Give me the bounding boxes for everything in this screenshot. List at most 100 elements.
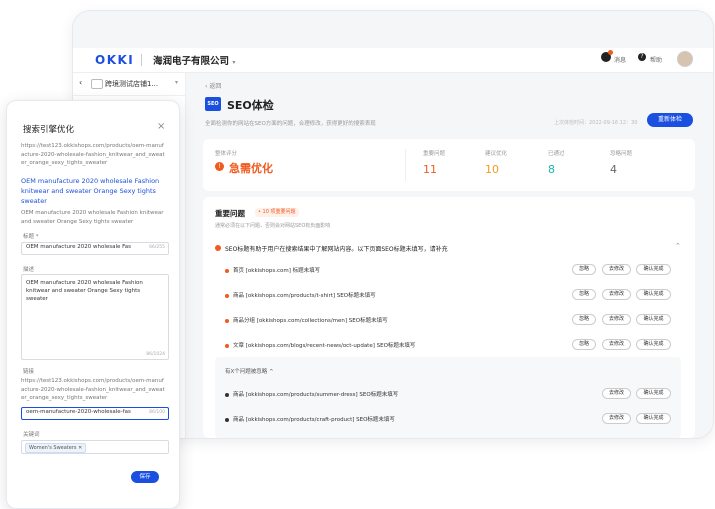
score-status: 急需优化 — [229, 162, 273, 175]
chevron-down-icon: ▾ — [232, 59, 236, 66]
recheck-button[interactable]: 重新体检 — [647, 113, 693, 127]
preview-url: https://test123.okkishops.com/products/o… — [21, 143, 165, 166]
scrollbar[interactable] — [713, 83, 714, 418]
issues-card: 重要问题 • 10 项重要问题 通常必须在以下问题，否则会对网站SEO有负面影响… — [203, 197, 695, 438]
title-label: 标题 * — [23, 234, 39, 240]
confirm-button[interactable]: 确认完成 — [636, 413, 671, 424]
metric-value: 10 — [485, 163, 499, 176]
alert-icon: ! — [215, 162, 224, 171]
issues-title: 重要问题 — [215, 209, 245, 218]
close-icon[interactable]: × — [157, 121, 165, 132]
confirm-button[interactable]: 确认完成 — [636, 289, 671, 300]
issue-row-text: 首页 [okkishops.com] 标题未填写 — [233, 268, 321, 274]
ignore-button[interactable]: 忽略 — [572, 264, 596, 275]
fix-button[interactable]: 去修改 — [602, 289, 631, 300]
avatar[interactable] — [677, 51, 693, 67]
bullet-icon — [225, 294, 229, 298]
fix-button[interactable]: 去修改 — [602, 413, 631, 424]
keywords-label: 关键词 — [23, 432, 40, 438]
keyword-tag-label: Women's Sweaters — [29, 445, 77, 451]
bullet-icon — [225, 319, 229, 323]
ignored-section: 有X个问题被忽略 ^ 商品 [okkishops.com/products/su… — [215, 357, 681, 438]
divider — [141, 54, 142, 66]
close-icon[interactable]: ✕ — [78, 445, 82, 451]
chevron-down-icon[interactable]: ▾ — [175, 79, 178, 86]
last-check-time: 上次体检时间：2022-09-16 12：30 — [554, 120, 638, 126]
keywords-input[interactable]: Women's Sweaters ✕ — [21, 440, 169, 454]
store-name[interactable]: 跨境测试店铺1... — [105, 79, 158, 89]
metric-label: 已通过 — [548, 151, 565, 157]
top-bar: OKKI 海润电子有限公司 ▾ 消息 ? 帮助 — [73, 48, 713, 73]
link-label: 链接 — [23, 369, 35, 375]
metric-value: 11 — [423, 163, 437, 176]
page-subtitle: 全面检测你的网站在SEO方面的问题，合理修改，获得更好的搜索表现 — [205, 121, 376, 127]
score-card: 整体评分 ! 急需优化 重要问题 11 建议优化 10 已通过 8 忽略问题 4 — [203, 139, 695, 191]
back-arrow-icon[interactable]: ‹ — [79, 78, 82, 87]
link-char-count: 86/100 — [149, 410, 165, 415]
title-input[interactable]: OEM manufacture 2020 wholesale Fas 66/25… — [21, 242, 169, 255]
description-label: 描述 — [23, 267, 35, 273]
store-icon — [91, 79, 103, 89]
bullet-icon — [225, 269, 229, 273]
help-label[interactable]: 帮助 — [650, 55, 662, 64]
ignored-row-text: 商品 [okkishops.com/products/summer-dress]… — [233, 392, 399, 398]
fix-button[interactable]: 去修改 — [602, 339, 631, 350]
link-input-value: oem-manufacture-2020-wholesale-fas — [26, 409, 131, 415]
seo-panel: 搜索引擎优化 × https://test123.okkishops.com/p… — [6, 100, 180, 509]
keyword-tag[interactable]: Women's Sweaters ✕ — [25, 443, 87, 453]
confirm-button[interactable]: 确认完成 — [636, 314, 671, 325]
page-title: SEO体检 — [227, 99, 274, 112]
fix-button[interactable]: 去修改 — [602, 264, 631, 275]
issue-row-text: 商品 [okkishops.com/products/t-shirt] SEO标… — [233, 293, 376, 299]
chevron-up-icon[interactable]: ⌃ — [675, 242, 681, 250]
back-link[interactable]: ‹ 返回 — [205, 81, 221, 90]
divider — [405, 149, 406, 181]
description-value: OEM manufacture 2020 wholesale Fashion k… — [26, 280, 143, 302]
link-input[interactable]: oem-manufacture-2020-wholesale-fas 86/10… — [21, 407, 169, 420]
issues-description: 通常必须在以下问题，否则会对网站SEO有负面影响 — [215, 223, 331, 229]
confirm-button[interactable]: 确认完成 — [636, 339, 671, 350]
title-char-count: 66/255 — [149, 245, 165, 250]
ignore-button[interactable]: 忽略 — [572, 314, 596, 325]
title-input-value: OEM manufacture 2020 wholesale Fas — [26, 244, 132, 250]
confirm-button[interactable]: 确认完成 — [636, 264, 671, 275]
back-label: 返回 — [209, 83, 222, 90]
notification-badge — [608, 50, 613, 55]
ignore-button[interactable]: 忽略 — [572, 289, 596, 300]
issue-row-text: 文章 [okkishops.com/blogs/recent-news/oct-… — [233, 343, 416, 349]
score-label: 整体评分 — [215, 151, 238, 157]
metric-value: 8 — [548, 163, 555, 176]
fix-button[interactable]: 去修改 — [602, 314, 631, 325]
description-char-count: 86/1024 — [146, 352, 165, 357]
seo-badge-icon: SEO — [205, 97, 221, 111]
link-preview: https://test123.okkishops.com/products/o… — [21, 378, 165, 401]
metric-label: 忽略问题 — [610, 151, 633, 157]
company-selector[interactable]: 海润电子有限公司 ▾ — [153, 53, 235, 67]
description-textarea[interactable]: OEM manufacture 2020 wholesale Fashion k… — [21, 274, 169, 360]
ignore-button[interactable]: 忽略 — [572, 339, 596, 350]
main-content: ‹ 返回 SEO SEO体检 全面检测你的网站在SEO方面的问题，合理修改，获得… — [191, 73, 714, 438]
logo: OKKI — [95, 53, 135, 67]
metric-value: 4 — [610, 163, 617, 176]
issue-row-text: 商品分组 [okkishops.com/collections/men] SEO… — [233, 318, 388, 324]
issue-group-title: SEO标题有助于用户在搜索结果中了解网站内容。以下页面SEO标题未填写，请补充 — [225, 246, 448, 253]
error-icon — [215, 245, 221, 251]
metric-label: 重要问题 — [423, 151, 446, 157]
panel-title: 搜索引擎优化 — [23, 125, 75, 135]
save-button[interactable]: 保存 — [131, 471, 159, 483]
bullet-icon — [225, 418, 229, 422]
fix-button[interactable]: 去修改 — [602, 388, 631, 399]
confirm-button[interactable]: 确认完成 — [636, 388, 671, 399]
divider — [73, 95, 185, 96]
ignored-row-text: 商品 [okkishops.com/products/craft-product… — [233, 417, 395, 423]
bullet-icon — [225, 393, 229, 397]
ignored-toggle[interactable]: 有X个问题被忽略 ^ — [225, 367, 274, 375]
issues-count-badge: • 10 项重要问题 — [255, 208, 299, 217]
preview-title[interactable]: OEM manufacture 2020 wholesale Fashion k… — [21, 176, 167, 206]
metric-label: 建议优化 — [485, 151, 508, 157]
help-icon[interactable]: ? — [638, 53, 646, 61]
bullet-icon — [225, 344, 229, 348]
preview-description: OEM manufacture 2020 wholesale Fashion k… — [21, 210, 164, 225]
company-name: 海润电子有限公司 — [153, 56, 230, 67]
messages-label[interactable]: 消息 — [614, 55, 626, 64]
